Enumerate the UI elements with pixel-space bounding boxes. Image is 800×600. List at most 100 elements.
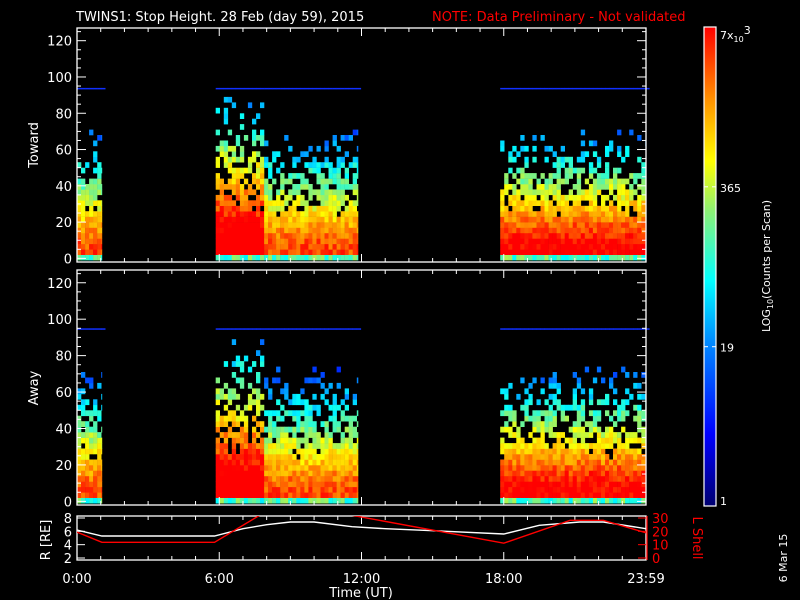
spectrogram-cell [617, 437, 622, 444]
spectrogram-cell [223, 497, 229, 504]
spectrogram-cell [336, 459, 341, 466]
spectrogram-cell [528, 492, 533, 498]
spectrogram-cell [621, 178, 626, 185]
spectrogram-cell [560, 216, 565, 223]
spectrogram-cell [560, 238, 565, 245]
spectrogram-cell [352, 415, 357, 422]
date-stamp: 6 Mar 15 [777, 534, 790, 583]
spectrogram-cell [617, 189, 622, 196]
spectrogram-cell [300, 497, 305, 504]
spectrogram-cell [625, 497, 630, 504]
spectrogram-cell [508, 238, 513, 245]
spectrogram-cell [588, 233, 594, 239]
spectrogram-cell [516, 486, 521, 493]
spectrogram-cell [340, 454, 345, 460]
spectrogram-cell [304, 497, 309, 504]
spectrogram-cell [219, 448, 224, 455]
spectrogram-cell [641, 238, 646, 245]
spectrogram-cell [508, 426, 513, 433]
spectrogram-cell [340, 184, 345, 190]
spectrogram-cell [215, 129, 220, 136]
spectrogram-cell [572, 184, 577, 190]
spectrogram-cell [617, 448, 622, 455]
spectrogram-cell [588, 426, 594, 433]
spectrogram-cell [588, 399, 594, 406]
spectrogram-cell [576, 497, 582, 504]
spectrogram-cell [284, 486, 289, 493]
spectrogram-cell [584, 238, 590, 245]
spectrogram-cell [560, 328, 565, 330]
spectrogram-cell [588, 243, 594, 250]
spectrogram-cell [243, 448, 249, 455]
spectrogram-cell [524, 205, 529, 212]
spectrogram-cell [548, 328, 553, 330]
spectrogram-cell [641, 437, 646, 444]
spectrogram-cell [280, 162, 285, 168]
spectrogram-cell [223, 184, 229, 190]
spectrogram-cell [572, 481, 577, 488]
spectrogram-cell [223, 233, 229, 239]
spectrogram-cell [252, 448, 257, 455]
spectrogram-cell [356, 432, 359, 438]
spectrogram-cell [219, 200, 224, 206]
spectrogram-cell [340, 443, 345, 449]
spectrogram-cell [316, 437, 321, 444]
spectrogram-cell [344, 437, 349, 444]
spectrogram-cell [340, 156, 345, 163]
spectrogram-cell [340, 492, 345, 498]
spectrogram-cell [580, 464, 586, 471]
spectrogram-cell [101, 475, 103, 482]
spectrogram-cell [101, 216, 103, 223]
spectrogram-cell [344, 328, 349, 330]
spectrogram-cell [223, 254, 229, 261]
spectrogram-cell [568, 454, 573, 460]
spectrogram-cell [340, 189, 345, 196]
spectrogram-cell [552, 432, 557, 438]
spectrogram-cell [617, 328, 622, 330]
spectrogram-cell [520, 238, 525, 245]
spectrogram-cell [576, 216, 582, 223]
spectrogram-cell [223, 421, 229, 427]
spectrogram-cell [524, 328, 529, 330]
spectrogram-cell [344, 404, 349, 411]
spectrogram-cell [81, 222, 86, 228]
spectrogram-cell [231, 145, 237, 152]
spectrogram-cell [93, 194, 98, 201]
spectrogram-cell [81, 437, 86, 444]
spectrogram-cell [272, 254, 277, 261]
spectrogram-cell [512, 481, 517, 488]
spectrogram-cell [552, 459, 557, 466]
spectrogram-cell [81, 464, 86, 471]
spectrogram-cell [540, 497, 545, 504]
spectrogram-cell [544, 328, 549, 330]
spectrogram-cell [617, 200, 622, 206]
spectrogram-cell [89, 184, 94, 190]
spectrogram-cell [524, 156, 529, 163]
spectrogram-cell [324, 243, 329, 250]
spectrogram-cell [332, 140, 337, 147]
spectrogram-cell [588, 167, 594, 174]
spectrogram-cell [540, 475, 545, 482]
spectrogram-cell [568, 227, 573, 234]
spectrogram-cell [512, 227, 517, 234]
spectrogram-cell [332, 475, 337, 482]
spectrogram-cell [536, 415, 541, 422]
spectrogram-cell [260, 404, 265, 411]
spectrogram-cell [504, 492, 509, 498]
spectrogram-cell [231, 437, 237, 444]
spectrogram-cell [97, 233, 102, 239]
spectrogram-cell [625, 448, 630, 455]
spectrogram-cell [231, 432, 237, 438]
spectrogram-cell [292, 162, 297, 168]
spectrogram-cell [223, 454, 229, 460]
spectrogram-cell [280, 254, 285, 261]
spectrogram-cell [596, 432, 602, 438]
spectrogram-cell [508, 233, 513, 239]
spectrogram-cell [256, 443, 261, 449]
spectrogram-cell [572, 470, 577, 477]
spectrogram-cell [256, 497, 261, 504]
spectrogram-cell [320, 454, 325, 460]
spectrogram-cell [356, 129, 359, 136]
spectrogram-cell [312, 404, 317, 411]
spectrogram-cell [268, 421, 273, 427]
